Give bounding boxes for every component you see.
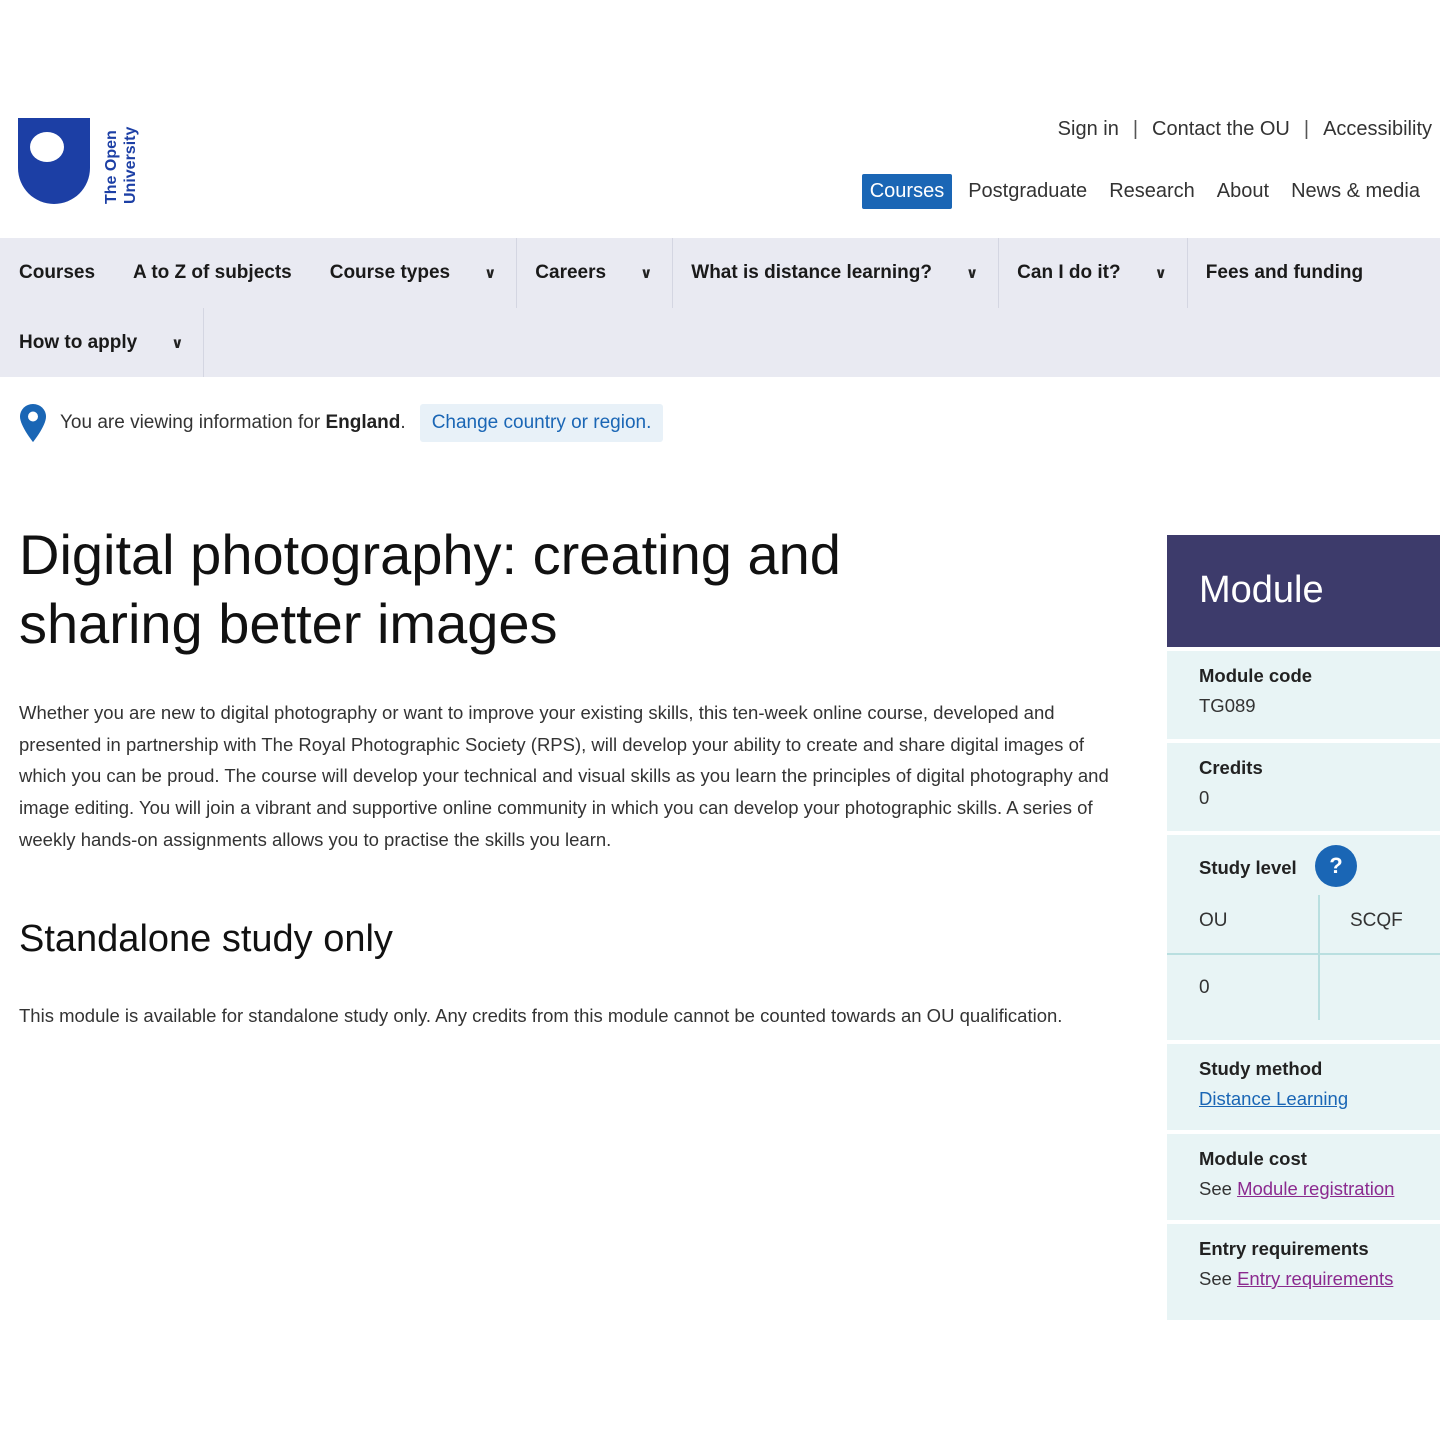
main-nav-atoz[interactable]: A to Z of subjects bbox=[115, 238, 312, 308]
module-heading: Module bbox=[1167, 535, 1440, 647]
main-nav-fees-label: Fees and funding bbox=[1205, 262, 1364, 283]
main-nav-courses[interactable]: Courses bbox=[0, 238, 115, 308]
main-nav-row-1: Courses A to Z of subjects Course types … bbox=[0, 238, 1440, 308]
main-nav: Courses A to Z of subjects Course types … bbox=[0, 238, 1440, 377]
location-bar: You are viewing information for England.… bbox=[20, 404, 664, 442]
study-method-block: Study method Distance Learning bbox=[1167, 1044, 1440, 1130]
ou-shield-icon bbox=[18, 118, 90, 204]
change-region-link[interactable]: Change country or region. bbox=[419, 404, 664, 442]
ou-shield-dot bbox=[30, 132, 64, 162]
main-nav-distance-learning[interactable]: What is distance learning? ∨ bbox=[673, 238, 998, 308]
main-nav-distance-label: What is distance learning? bbox=[691, 262, 932, 283]
site-nav-courses[interactable]: Courses bbox=[861, 174, 953, 209]
course-intro: Whether you are new to digital photograp… bbox=[19, 702, 1109, 850]
study-method-label: Study method bbox=[1199, 1058, 1323, 1079]
module-cost-block: Module cost See Module registration bbox=[1167, 1134, 1440, 1220]
module-registration-link[interactable]: Module registration bbox=[1237, 1178, 1394, 1199]
location-region: England bbox=[325, 412, 401, 433]
main-nav-can-i-do-it[interactable]: Can I do it? ∨ bbox=[999, 238, 1187, 308]
study-level-ou-value: 0 bbox=[1199, 977, 1210, 998]
location-text: You are viewing information for England. bbox=[60, 412, 406, 434]
credits-value: 0 bbox=[1199, 787, 1210, 808]
location-suffix: . bbox=[400, 412, 406, 433]
study-level-column-divider bbox=[1318, 895, 1320, 1020]
study-level-divider bbox=[1167, 953, 1440, 955]
utility-separator: | bbox=[1132, 118, 1139, 140]
logo-wordmark: The Open University bbox=[102, 114, 140, 204]
chevron-down-icon: ∨ bbox=[1154, 265, 1167, 282]
site-nav-postgraduate[interactable]: Postgraduate bbox=[968, 174, 1087, 209]
ou-logo[interactable]: The Open University bbox=[18, 116, 148, 208]
nav-divider bbox=[203, 308, 205, 377]
accessibility-link[interactable]: Accessibility bbox=[1323, 118, 1432, 141]
main-nav-fees-funding[interactable]: Fees and funding bbox=[1188, 238, 1383, 308]
site-nav-news-media[interactable]: News & media bbox=[1291, 174, 1420, 209]
study-level-block: Study level ? OU SCQF 0 bbox=[1167, 835, 1440, 1040]
entry-requirements-value: See Entry requirements bbox=[1199, 1268, 1440, 1290]
credits-label: Credits bbox=[1199, 757, 1263, 778]
main-nav-careers[interactable]: Careers ∨ bbox=[517, 238, 672, 308]
module-cost-prefix: See bbox=[1199, 1178, 1232, 1199]
module-code-block: Module code TG089 bbox=[1167, 651, 1440, 739]
entry-requirements-label: Entry requirements bbox=[1199, 1238, 1369, 1259]
main-nav-courses-label: Courses bbox=[19, 262, 96, 283]
chevron-down-icon: ∨ bbox=[640, 265, 653, 282]
help-icon[interactable]: ? bbox=[1315, 845, 1357, 887]
logo-line-1: The Open bbox=[103, 130, 120, 204]
main-nav-how-to-apply[interactable]: How to apply ∨ bbox=[0, 308, 203, 377]
module-cost-value: See Module registration bbox=[1199, 1178, 1440, 1200]
main-nav-can-i-label: Can I do it? bbox=[1017, 262, 1121, 283]
distance-learning-link[interactable]: Distance Learning bbox=[1199, 1088, 1348, 1109]
main-nav-row-2: How to apply ∨ bbox=[0, 308, 1440, 377]
location-prefix: You are viewing information for bbox=[60, 412, 321, 433]
main-nav-atoz-label: A to Z of subjects bbox=[133, 262, 292, 283]
study-method-value: Distance Learning bbox=[1199, 1088, 1440, 1110]
module-cost-label: Module cost bbox=[1199, 1148, 1307, 1169]
entry-requirements-link[interactable]: Entry requirements bbox=[1237, 1268, 1393, 1289]
sign-in-link[interactable]: Sign in bbox=[1058, 118, 1119, 141]
chevron-down-icon: ∨ bbox=[484, 265, 497, 282]
utility-separator: | bbox=[1303, 118, 1310, 140]
chevron-down-icon: ∨ bbox=[171, 334, 184, 352]
standalone-text: This module is available for standalone … bbox=[19, 1005, 1063, 1026]
main-nav-careers-label: Careers bbox=[535, 262, 607, 283]
page-title: Digital photography: creating and sharin… bbox=[19, 523, 841, 655]
utility-nav: Sign in | Contact the OU | Accessibility bbox=[1058, 118, 1432, 141]
credits-block: Credits 0 bbox=[1167, 743, 1440, 831]
study-level-label: Study level bbox=[1199, 857, 1297, 878]
study-level-col-scqf: SCQF bbox=[1350, 910, 1403, 931]
entry-requirements-block: Entry requirements See Entry requirement… bbox=[1167, 1224, 1440, 1320]
entry-requirements-prefix: See bbox=[1199, 1268, 1232, 1289]
main-nav-course-types[interactable]: Course types ∨ bbox=[312, 238, 517, 308]
chevron-down-icon: ∨ bbox=[965, 265, 979, 282]
logo-line-2: University bbox=[122, 126, 139, 204]
module-sidebar: Module Module code TG089 Credits 0 Study… bbox=[1167, 535, 1440, 1320]
study-level-col-ou: OU bbox=[1199, 910, 1228, 931]
module-code-label: Module code bbox=[1199, 665, 1313, 686]
site-nav-about[interactable]: About bbox=[1217, 174, 1269, 209]
contact-link[interactable]: Contact the OU bbox=[1152, 118, 1290, 141]
site-nav: Courses Postgraduate Research About News… bbox=[861, 174, 1420, 209]
location-pin-icon bbox=[20, 404, 46, 442]
site-nav-research[interactable]: Research bbox=[1109, 174, 1195, 209]
main-nav-how-to-apply-label: How to apply bbox=[19, 331, 138, 353]
module-code-value: TG089 bbox=[1199, 695, 1256, 716]
standalone-heading: Standalone study only bbox=[19, 918, 393, 960]
main-nav-course-types-label: Course types bbox=[329, 262, 451, 283]
